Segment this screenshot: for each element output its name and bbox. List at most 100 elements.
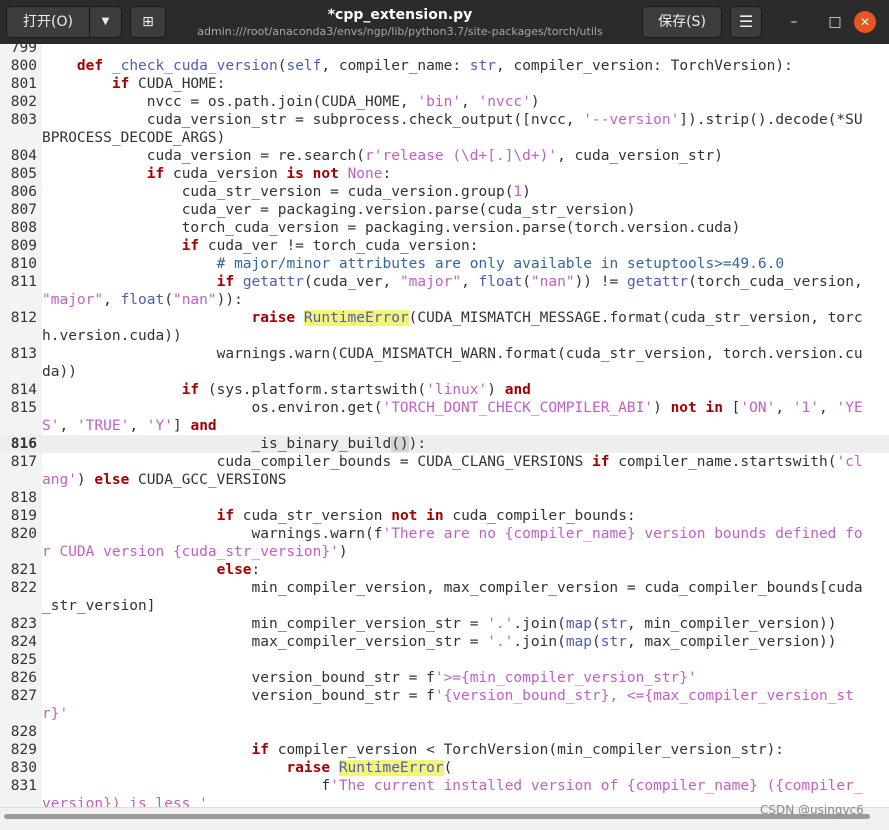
code-line[interactable]: 819 if cuda_str_version not in cuda_comp… xyxy=(0,507,889,525)
code-line[interactable]: 799 xyxy=(0,44,889,57)
open-dropdown-icon[interactable]: ▼ xyxy=(89,6,122,38)
save-button[interactable]: 保存(S) xyxy=(642,6,722,38)
code-token: is not xyxy=(286,166,339,182)
code-line[interactable]: 818 xyxy=(0,489,889,507)
code-line[interactable]: 831 f'The current installed version of {… xyxy=(0,777,889,807)
code-token: warnings.warn(f xyxy=(42,526,383,542)
code-line[interactable]: 825 xyxy=(0,651,889,669)
code-line[interactable]: 821 else: xyxy=(0,561,889,579)
code-line[interactable]: 813 warnings.warn(CUDA_MISMATCH_WARN.for… xyxy=(0,345,889,381)
code-line[interactable]: 829 if compiler_version < TorchVersion(m… xyxy=(0,741,889,759)
code-line[interactable]: 807 cuda_ver = packaging.version.parse(c… xyxy=(0,201,889,219)
code-line[interactable]: 804 cuda_version = re.search(r'release (… xyxy=(0,147,889,165)
code-line[interactable]: 808 torch_cuda_version = packaging.versi… xyxy=(0,219,889,237)
line-number: 827 xyxy=(10,688,37,704)
line-number: 819 xyxy=(10,508,37,524)
code-line[interactable]: 814 if (sys.platform.startswith('linux')… xyxy=(0,381,889,399)
code-line[interactable]: 812 raise RuntimeError(CUDA_MISMATCH_MES… xyxy=(0,309,889,345)
code-line[interactable]: 817 cuda_compiler_bounds = CUDA_CLANG_VE… xyxy=(0,453,889,489)
code-token: self xyxy=(286,58,322,74)
line-number: 822 xyxy=(10,580,37,596)
code-token: 'bin' xyxy=(417,94,462,110)
code-token: str xyxy=(600,616,627,632)
line-text: def _check_cuda_version(self, compiler_n… xyxy=(42,57,866,75)
code-token: , compiler_name: xyxy=(321,58,470,74)
line-number: 831 xyxy=(10,778,37,794)
code-line[interactable]: 816 _is_binary_build()): xyxy=(0,435,889,453)
code-token: ( xyxy=(592,634,601,650)
code-line[interactable]: 801 if CUDA_HOME: xyxy=(0,75,889,93)
code-token: (cuda_ver, xyxy=(303,274,400,290)
code-token: float xyxy=(120,292,165,308)
code-token: , xyxy=(59,418,77,434)
maximize-icon[interactable]: □ xyxy=(825,12,845,32)
code-line[interactable]: 806 cuda_str_version = cuda_version.grou… xyxy=(0,183,889,201)
line-number: 830 xyxy=(10,760,37,776)
code-token: : xyxy=(251,562,261,578)
code-line[interactable]: 823 min_compiler_version_str = '.'.join(… xyxy=(0,615,889,633)
line-text: nvcc = os.path.join(CUDA_HOME, 'bin', 'n… xyxy=(42,93,866,111)
line-number: 825 xyxy=(10,652,37,668)
line-number: 805 xyxy=(10,166,37,182)
scrollbar-thumb[interactable] xyxy=(4,814,870,819)
code-token: '>={min_compiler_version_str}' xyxy=(434,670,697,686)
code-token: 'ON' xyxy=(740,400,776,416)
code-line[interactable]: 822 min_compiler_version, max_compiler_v… xyxy=(0,579,889,615)
minimize-icon[interactable]: – xyxy=(784,12,804,32)
line-number: 826 xyxy=(10,670,37,686)
code-token: ( xyxy=(443,760,453,776)
line-number: 806 xyxy=(10,184,37,200)
new-tab-icon[interactable]: ⊞ xyxy=(130,6,166,38)
code-token: , xyxy=(819,400,837,416)
code-line[interactable]: 828 xyxy=(0,723,889,741)
code-token: if xyxy=(216,508,235,524)
code-token: )) != xyxy=(574,274,627,290)
line-text: raise RuntimeError( xyxy=(42,759,866,777)
code-line[interactable]: 803 cuda_version_str = subprocess.check_… xyxy=(0,111,889,147)
code-token: _is_binary_build xyxy=(42,436,392,452)
code-token: _check_cuda_version xyxy=(111,58,278,74)
code-token: not in xyxy=(670,400,723,416)
code-token: ) xyxy=(76,472,95,488)
code-token: 'Y' xyxy=(146,418,173,434)
horizontal-scrollbar[interactable] xyxy=(0,807,889,830)
code-token: , xyxy=(461,274,479,290)
open-button[interactable]: 打开(O) xyxy=(6,6,90,38)
line-text: warnings.warn(CUDA_MISMATCH_WARN.format(… xyxy=(42,345,866,381)
code-token: compiler_name.startswith( xyxy=(609,454,837,470)
hamburger-menu-icon[interactable]: ☰ xyxy=(730,6,762,38)
code-line[interactable]: 826 version_bound_str = f'>={min_compile… xyxy=(0,669,889,687)
code-token: "nan" xyxy=(530,274,575,290)
code-editor[interactable]: 799 800 def _check_cuda_version(self, co… xyxy=(0,44,889,807)
code-token: cuda_ver = packaging.version.parse(cuda_… xyxy=(42,202,636,218)
code-line[interactable]: 824 max_compiler_version_str = '.'.join(… xyxy=(0,633,889,651)
code-line[interactable]: 809 if cuda_ver != torch_cuda_version: xyxy=(0,237,889,255)
close-icon[interactable]: ✕ xyxy=(854,11,876,33)
code-line[interactable]: 815 os.environ.get('TORCH_DONT_CHECK_COM… xyxy=(0,399,889,435)
code-token: compiler_version < TorchVersion(min_comp… xyxy=(268,742,785,758)
code-token: .join( xyxy=(513,634,566,650)
code-line[interactable]: 810 # major/minor attributes are only av… xyxy=(0,255,889,273)
code-area[interactable]: 799 800 def _check_cuda_version(self, co… xyxy=(0,44,889,807)
code-line[interactable]: 827 version_bound_str = f'{version_bound… xyxy=(0,687,889,723)
code-line[interactable]: 830 raise RuntimeError( xyxy=(0,759,889,777)
code-token: () xyxy=(391,436,409,452)
code-line[interactable]: 800 def _check_cuda_version(self, compil… xyxy=(0,57,889,75)
code-token: raise xyxy=(286,760,331,776)
code-token: , xyxy=(775,400,793,416)
code-line[interactable]: 802 nvcc = os.path.join(CUDA_HOME, 'bin'… xyxy=(0,93,889,111)
code-token: ) xyxy=(653,400,671,416)
code-token: os.environ.get( xyxy=(42,400,383,416)
code-token: (torch_cuda_version, xyxy=(688,274,872,290)
code-line[interactable]: 811 if getattr(cuda_ver, "major", float(… xyxy=(0,273,889,309)
code-line[interactable]: 805 if cuda_version is not None: xyxy=(0,165,889,183)
code-token: CUDA_GCC_VERSIONS xyxy=(129,472,287,488)
code-line[interactable]: 820 warnings.warn(f'There are no {compil… xyxy=(0,525,889,561)
